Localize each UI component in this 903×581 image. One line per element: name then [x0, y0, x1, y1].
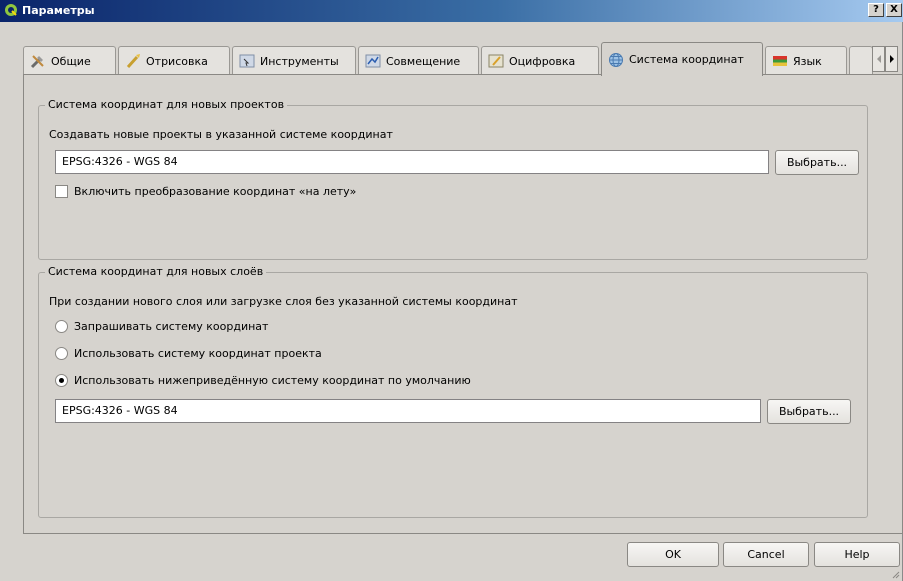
help-button[interactable]: Help: [814, 542, 900, 567]
tab-snapping[interactable]: Совмещение: [358, 46, 479, 75]
tab-label: Оцифровка: [509, 54, 576, 68]
projects-crs-select-button[interactable]: Выбрать...: [775, 150, 859, 175]
tab-scroll-left-button[interactable]: [872, 46, 885, 72]
tab-panel-crs: Система координат для новых проектов Соз…: [23, 74, 903, 534]
radio-project-crs[interactable]: [55, 347, 68, 360]
group-title: Система координат для новых слоёв: [45, 265, 267, 278]
cancel-button[interactable]: Cancel: [723, 542, 809, 567]
options-dialog: Параметры ? X Общие Отрисовка Инструмент…: [0, 0, 903, 581]
tab-locale[interactable]: Язык: [765, 46, 847, 75]
brush-icon: [126, 54, 140, 69]
group-new-projects-crs: Система координат для новых проектов Соз…: [38, 98, 868, 260]
tools-icon: [30, 55, 44, 69]
radio-default-crs-label[interactable]: Использовать нижеприведённую систему коо…: [74, 374, 471, 387]
tab-map-tools[interactable]: Инструменты: [232, 46, 356, 75]
digitizing-icon: [488, 54, 504, 68]
projects-crs-field[interactable]: EPSG:4326 - WGS 84: [55, 150, 769, 174]
otf-reprojection-checkbox[interactable]: [55, 185, 68, 198]
globe-icon: [609, 52, 623, 67]
tab-label: Совмещение: [386, 54, 461, 68]
tab-label: Инструменты: [260, 54, 339, 68]
tab-digitizing[interactable]: Оцифровка: [481, 46, 599, 75]
layers-crs-select-button[interactable]: Выбрать...: [767, 399, 851, 424]
flag-icon: [773, 56, 787, 66]
arrow-left-icon: [876, 55, 881, 63]
group-new-layers-crs: Система координат для новых слоёв При со…: [38, 265, 868, 518]
window-title: Параметры: [22, 4, 95, 17]
tab-label: Система координат: [629, 53, 744, 66]
context-help-button[interactable]: ?: [868, 3, 884, 17]
tab-crs[interactable]: Система координат: [601, 42, 763, 76]
tab-rendering[interactable]: Отрисовка: [118, 46, 230, 75]
otf-reprojection-label[interactable]: Включить преобразование координат «на ле…: [74, 185, 356, 198]
map-tools-icon: [239, 54, 255, 68]
tab-label: Язык: [793, 54, 822, 68]
tab-label: Общие: [51, 54, 91, 68]
qgis-logo-icon: [5, 4, 17, 16]
tab-hidden-next[interactable]: [849, 46, 873, 75]
radio-project-crs-label[interactable]: Использовать систему координат проекта: [74, 347, 322, 360]
title-bar[interactable]: Параметры ? X: [0, 0, 903, 22]
resize-grip-icon[interactable]: [890, 569, 900, 579]
group-title: Система координат для новых проектов: [45, 98, 288, 111]
ok-button[interactable]: OK: [627, 542, 719, 567]
radio-default-crs[interactable]: [55, 374, 68, 387]
snapping-icon: [365, 54, 381, 68]
tab-general[interactable]: Общие: [23, 46, 116, 75]
tab-bar: Общие Отрисовка Инструменты Совмещение О…: [23, 42, 903, 76]
radio-prompt-crs-label[interactable]: Запрашивать систему координат: [74, 320, 268, 333]
layers-crs-description: При создании нового слоя или загрузке сл…: [49, 295, 518, 308]
tab-scroll-right-button[interactable]: [885, 46, 898, 72]
radio-prompt-crs[interactable]: [55, 320, 68, 333]
tab-label: Отрисовка: [146, 54, 208, 68]
layers-crs-field[interactable]: EPSG:4326 - WGS 84: [55, 399, 761, 423]
close-button[interactable]: X: [886, 3, 902, 17]
projects-crs-description: Создавать новые проекты в указанной сист…: [49, 128, 393, 141]
arrow-right-icon: [889, 55, 894, 63]
